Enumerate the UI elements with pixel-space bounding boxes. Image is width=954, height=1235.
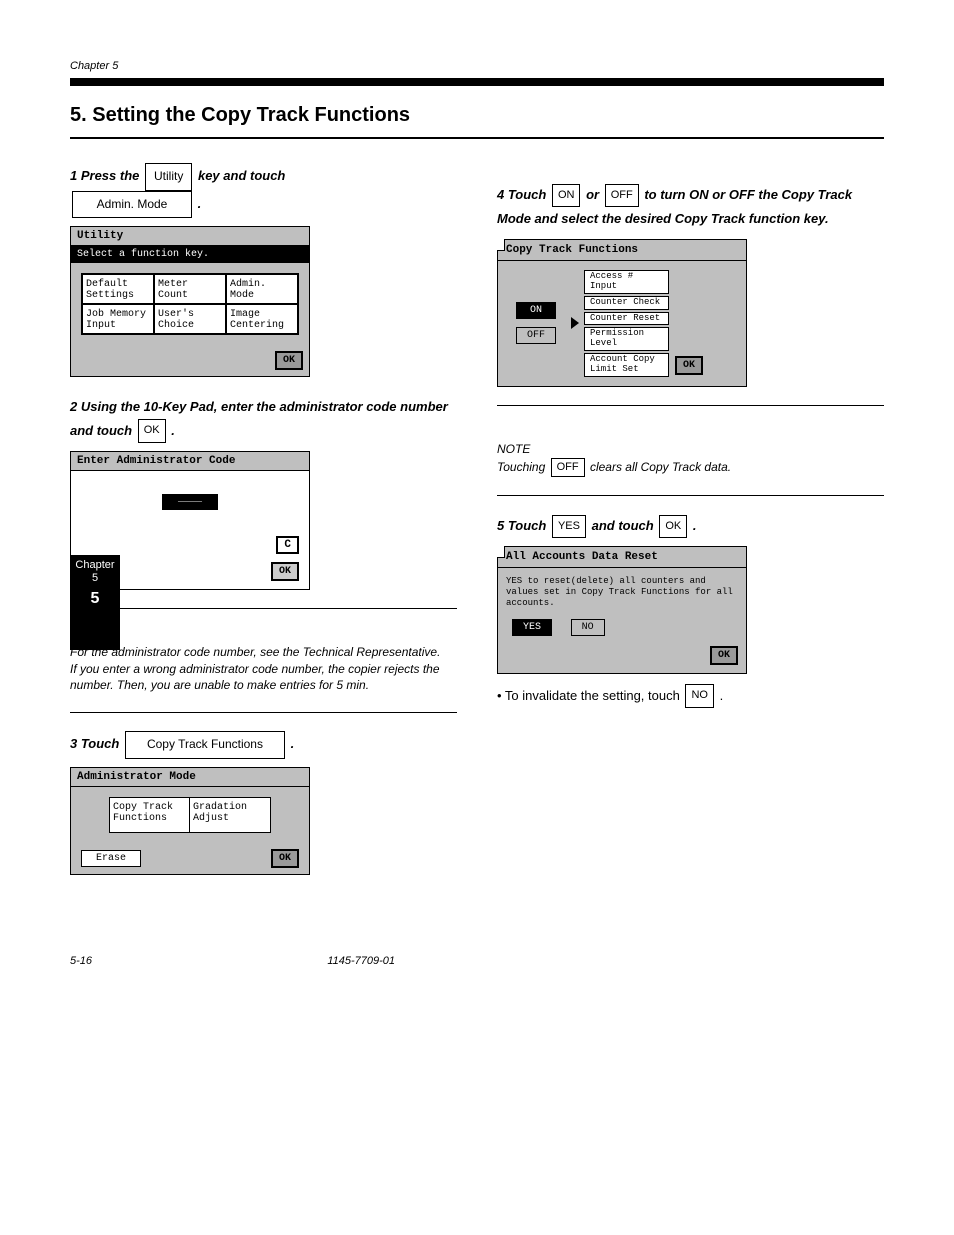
separator bbox=[70, 712, 457, 713]
admin-code-input[interactable]: ____ bbox=[162, 494, 218, 510]
notes-block: NOTES For the administrator code number,… bbox=[70, 627, 457, 694]
fn-job-memory-input[interactable]: Job Memory Input bbox=[82, 304, 154, 334]
step-5: 5 Touch YES and touch OK . bbox=[497, 514, 884, 538]
no-key[interactable]: NO bbox=[685, 684, 714, 708]
opt-permission-level[interactable]: Permission Level bbox=[584, 327, 669, 351]
fn-image-centering[interactable]: Image Centering bbox=[226, 304, 298, 334]
doc-id: 1145-7709-01 bbox=[327, 955, 395, 967]
panel-title: Copy Track Functions bbox=[498, 240, 746, 261]
opt-counter-check[interactable]: Counter Check bbox=[584, 296, 669, 310]
note-off-clears: NOTE Touching OFF clears all Copy Track … bbox=[497, 424, 884, 477]
on-key[interactable]: ON bbox=[552, 184, 581, 208]
ok-button[interactable]: OK bbox=[275, 351, 303, 370]
copy-track-panel: Copy Track Functions ON OFF Access # Inp… bbox=[497, 239, 747, 387]
separator bbox=[497, 405, 884, 406]
panel-title: Administrator Mode bbox=[71, 768, 309, 787]
tab-corner bbox=[497, 239, 505, 251]
fn-gradation-adjust[interactable]: Gradation Adjust bbox=[190, 798, 270, 832]
panel-instruction: Select a function key. bbox=[71, 246, 309, 263]
admin-mode-key[interactable]: Admin. Mode bbox=[72, 191, 192, 219]
fn-admin-mode[interactable]: Admin. Mode bbox=[226, 274, 298, 304]
ok-key[interactable]: OK bbox=[138, 419, 166, 443]
page-number: 5-16 bbox=[70, 955, 92, 967]
arrow-right-icon bbox=[571, 317, 579, 329]
separator bbox=[70, 608, 457, 609]
rule-thick bbox=[70, 78, 884, 86]
fn-copy-track[interactable]: Copy Track Functions bbox=[110, 798, 190, 832]
no-button[interactable]: NO bbox=[571, 619, 605, 636]
step-1: 1 Press the Utility key and touch Admin.… bbox=[70, 163, 457, 218]
ok-button[interactable]: OK bbox=[710, 646, 738, 665]
fn-users-choice[interactable]: User's Choice bbox=[154, 304, 226, 334]
clear-button[interactable]: C bbox=[276, 536, 299, 554]
ok-button[interactable]: OK bbox=[675, 356, 703, 375]
tab-corner bbox=[497, 546, 505, 558]
side-tab: Chapter 5 5 bbox=[70, 555, 120, 650]
step-2: 2 Using the 10-Key Pad, enter the admini… bbox=[70, 395, 457, 443]
ok-button[interactable]: OK bbox=[271, 562, 299, 581]
footer: 5-16 1145-7709-01 bbox=[70, 955, 884, 967]
reset-panel: All Accounts Data Reset YES to reset(del… bbox=[497, 546, 747, 673]
panel-title: Utility bbox=[71, 227, 309, 246]
reset-body: YES to reset(delete) all counters and va… bbox=[506, 576, 738, 608]
step-4: 4 Touch ON or OFF to turn ON or OFF the … bbox=[497, 183, 884, 231]
ok-button[interactable]: OK bbox=[271, 849, 299, 868]
erase-button[interactable]: Erase bbox=[81, 850, 141, 867]
copy-track-functions-key[interactable]: Copy Track Functions bbox=[125, 731, 285, 759]
off-key-inline: OFF bbox=[551, 458, 585, 477]
admin-mode-panel: Administrator Mode Copy Track Functions … bbox=[70, 767, 310, 875]
yes-key[interactable]: YES bbox=[552, 515, 586, 539]
panel-title: Enter Administrator Code bbox=[71, 452, 309, 471]
fn-default-settings[interactable]: Default Settings bbox=[82, 274, 154, 304]
ok-key[interactable]: OK bbox=[659, 515, 687, 539]
off-key[interactable]: OFF bbox=[605, 184, 639, 208]
panel-title: All Accounts Data Reset bbox=[498, 547, 746, 568]
opt-counter-reset[interactable]: Counter Reset bbox=[584, 312, 669, 326]
step-3: 3 Touch Copy Track Functions . bbox=[70, 731, 457, 759]
step-5b: • To invalidate the setting, touch NO . bbox=[497, 684, 884, 708]
opt-account-copy-limit[interactable]: Account Copy Limit Set bbox=[584, 353, 669, 377]
rule-thin bbox=[70, 137, 884, 139]
yes-button[interactable]: YES bbox=[512, 619, 552, 636]
off-toggle[interactable]: OFF bbox=[516, 327, 556, 344]
utility-key[interactable]: Utility bbox=[145, 163, 192, 191]
opt-access-input[interactable]: Access # Input bbox=[584, 270, 669, 294]
on-toggle[interactable]: ON bbox=[516, 302, 556, 319]
section-title: 5. Setting the Copy Track Functions bbox=[70, 104, 884, 127]
separator bbox=[497, 495, 884, 496]
utility-panel: Utility Select a function key. Default S… bbox=[70, 226, 310, 377]
fn-meter-count[interactable]: Meter Count bbox=[154, 274, 226, 304]
chapter-header: Chapter 5 bbox=[70, 60, 884, 72]
